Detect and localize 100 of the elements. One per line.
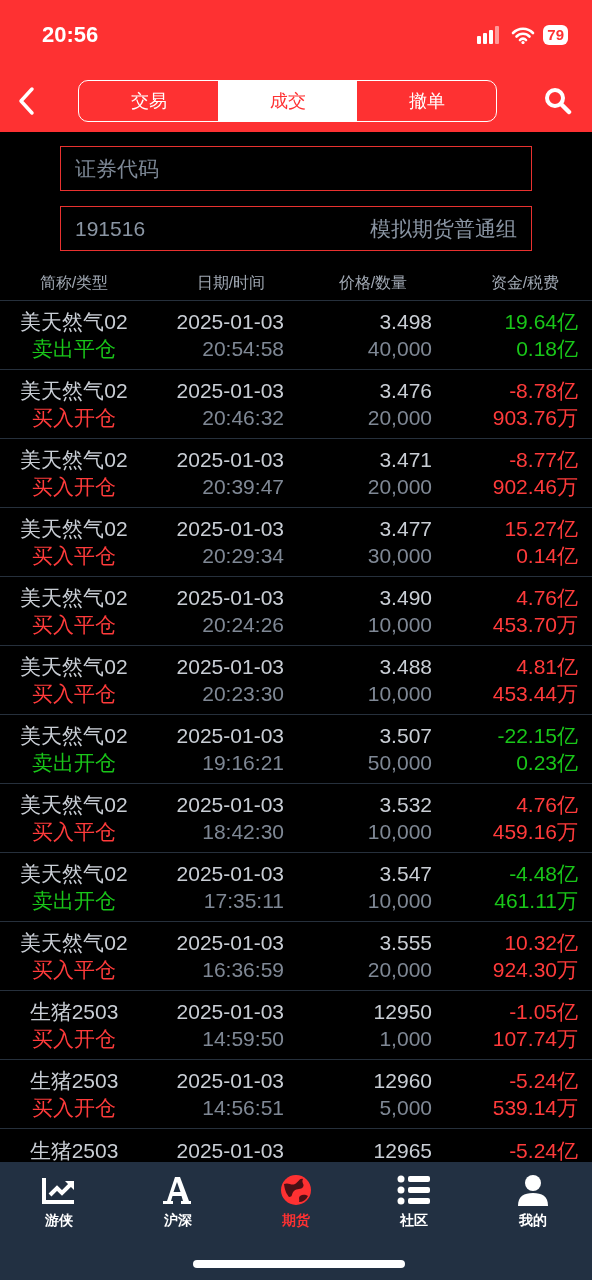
trade-quantity: 10,000 <box>367 888 432 914</box>
trade-amount: -1.05亿 <box>509 999 578 1025</box>
contract-name: 美天然气02 <box>20 654 128 680</box>
trade-quantity: 20,000 <box>367 957 432 983</box>
trade-fee: 539.14万 <box>492 1095 578 1121</box>
trade-type: 买入平仓 <box>32 681 116 707</box>
trade-date: 2025-01-03 <box>176 723 284 749</box>
trade-date: 2025-01-03 <box>176 516 284 542</box>
trade-date: 2025-01-03 <box>176 930 284 956</box>
trade-price: 12965 <box>373 1138 432 1162</box>
segment-tab[interactable]: 撤单 <box>357 81 496 121</box>
trade-date: 2025-01-03 <box>176 378 284 404</box>
trade-fee: 903.76万 <box>492 405 578 431</box>
trade-fee: 453.70万 <box>492 612 578 638</box>
trade-amount: -8.77亿 <box>509 447 578 473</box>
trade-price: 3.490 <box>379 585 432 611</box>
trade-type: 买入开仓 <box>32 1095 116 1121</box>
trade-quantity: 10,000 <box>367 681 432 707</box>
trade-time: 20:54:58 <box>202 336 284 362</box>
trade-price: 3.507 <box>379 723 432 749</box>
trade-time: 20:24:26 <box>202 612 284 638</box>
trade-quantity: 30,000 <box>367 543 432 569</box>
trade-amount: -5.24亿 <box>509 1068 578 1094</box>
trade-price: 3.498 <box>379 309 432 335</box>
list-icon <box>396 1174 433 1206</box>
trade-price: 3.555 <box>379 930 432 956</box>
trade-date: 2025-01-03 <box>176 654 284 680</box>
trade-date: 2025-01-03 <box>176 1068 284 1094</box>
contract-name: 美天然气02 <box>20 309 128 335</box>
contract-name: 美天然气02 <box>20 378 128 404</box>
trade-price: 3.477 <box>379 516 432 542</box>
trade-price: 3.488 <box>379 654 432 680</box>
tab-bar-item[interactable]: 我的 <box>518 1212 547 1230</box>
trade-quantity: 20,000 <box>367 405 432 431</box>
contract-name: 美天然气02 <box>20 723 128 749</box>
code-field[interactable]: 证券代码 <box>60 146 532 191</box>
contract-name: 生猪2503 <box>29 1138 119 1162</box>
trade-amount: -8.78亿 <box>509 378 578 404</box>
trade-type: 买入开仓 <box>32 474 116 500</box>
tab-bar-item[interactable]: 社区 <box>400 1212 429 1230</box>
trade-price: 3.471 <box>379 447 432 473</box>
trade-time: 20:29:34 <box>202 543 284 569</box>
trade-amount: 4.76亿 <box>516 585 578 611</box>
trade-type: 买入平仓 <box>32 819 116 845</box>
column-header: 资金/税费 <box>489 272 561 293</box>
trade-date: 2025-01-03 <box>176 447 284 473</box>
contract-name: 美天然气02 <box>20 585 128 611</box>
trade-time: 14:56:51 <box>202 1095 284 1121</box>
trade-amount: 4.76亿 <box>516 792 578 818</box>
trade-fee: 0.18亿 <box>516 336 578 362</box>
trade-amount: 10.32亿 <box>504 930 578 956</box>
trade-quantity: 10,000 <box>367 819 432 845</box>
trade-date: 2025-01-03 <box>176 309 284 335</box>
trade-amount: -5.24亿 <box>509 1138 578 1162</box>
search-icon[interactable] <box>544 87 572 115</box>
segment-tab[interactable]: 交易 <box>79 81 218 121</box>
trade-type: 买入平仓 <box>32 957 116 983</box>
clock-time: 20:56 <box>42 22 99 48</box>
contract-name: 美天然气02 <box>20 930 128 956</box>
trade-type: 卖出平仓 <box>32 336 116 362</box>
trade-date: 2025-01-03 <box>176 585 284 611</box>
trade-fee: 107.74万 <box>492 1026 578 1052</box>
tab-bar-item[interactable]: 沪深 <box>163 1212 192 1230</box>
column-header: 日期/时间 <box>195 272 267 293</box>
trade-type: 买入开仓 <box>32 405 116 431</box>
trade-fee: 0.14亿 <box>516 543 578 569</box>
trade-fee: 0.23亿 <box>516 750 578 776</box>
trade-date: 2025-01-03 <box>176 792 284 818</box>
trade-quantity: 5,000 <box>379 1095 432 1121</box>
trade-amount: 15.27亿 <box>504 516 578 542</box>
column-header: 价格/数量 <box>337 272 409 293</box>
account-number: 191516 <box>75 216 146 241</box>
trade-time: 20:46:32 <box>202 405 284 431</box>
segment-tab[interactable]: 成交 <box>218 81 357 121</box>
trade-date: 2025-01-03 <box>176 1138 284 1162</box>
trade-fee: 461.11万 <box>494 888 578 914</box>
trade-quantity: 1,000 <box>379 1026 432 1052</box>
tab-bar-item[interactable]: 期货 <box>282 1212 310 1230</box>
trade-time: 17:35:11 <box>203 888 284 914</box>
contract-name: 生猪2503 <box>29 999 119 1025</box>
trade-price: 12950 <box>373 999 432 1025</box>
contract-name: 生猪2503 <box>29 1068 119 1094</box>
trade-type: 卖出开仓 <box>32 750 116 776</box>
contract-name: 美天然气02 <box>20 516 128 542</box>
wifi-icon <box>511 26 536 44</box>
trade-quantity: 20,000 <box>367 474 432 500</box>
trade-time: 18:42:30 <box>202 819 284 845</box>
trade-quantity: 10,000 <box>367 612 432 638</box>
globe-icon <box>278 1174 314 1206</box>
trade-time: 16:36:59 <box>202 957 284 983</box>
trade-fee: 902.46万 <box>492 474 578 500</box>
contract-name: 美天然气02 <box>20 447 128 473</box>
trade-type: 买入平仓 <box>32 612 116 638</box>
trade-price: 3.476 <box>379 378 432 404</box>
trade-price: 12960 <box>373 1068 432 1094</box>
trade-fee: 459.16万 <box>492 819 578 845</box>
trade-date: 2025-01-03 <box>176 999 284 1025</box>
column-header: 简称/类型 <box>38 272 110 293</box>
trade-price: 3.532 <box>379 792 432 818</box>
tab-bar-item[interactable]: 游侠 <box>45 1212 74 1230</box>
